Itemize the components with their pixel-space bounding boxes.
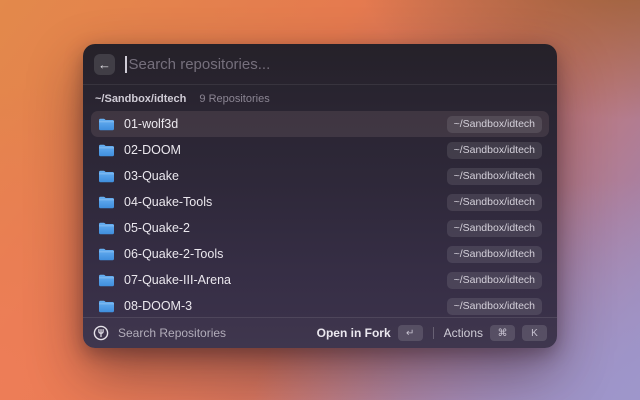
repo-path-tag: ~/Sandbox/idtech [447, 168, 542, 185]
repository-list: ~/Sandbox/idtech 9 Repositories 01-wolf3… [83, 85, 557, 317]
footer-bar: Search Repositories Open in Fork ↵ Actio… [83, 317, 557, 348]
actions-menu-button[interactable]: Actions [444, 326, 483, 340]
section-count: 9 Repositories [199, 93, 269, 105]
repo-row[interactable]: 05-Quake-2 ~/Sandbox/idtech [91, 215, 549, 241]
repo-row[interactable]: 04-Quake-Tools ~/Sandbox/idtech [91, 189, 549, 215]
repo-name: 08-DOOM-3 [124, 299, 192, 313]
section-path: ~/Sandbox/idtech [95, 93, 186, 105]
repo-row[interactable]: 06-Quake-2-Tools ~/Sandbox/idtech [91, 241, 549, 267]
folder-icon [98, 222, 115, 235]
folder-icon [98, 300, 115, 313]
repo-name: 04-Quake-Tools [124, 195, 212, 209]
primary-action-label[interactable]: Open in Fork [317, 326, 391, 340]
text-caret [125, 56, 127, 73]
folder-icon [98, 170, 115, 183]
footer-actions: Open in Fork ↵ Actions ⌘ K [317, 325, 547, 341]
repo-name: 07-Quake-III-Arena [124, 273, 231, 287]
k-key-icon: K [522, 325, 547, 341]
command-label: Search Repositories [118, 326, 226, 340]
back-button[interactable]: ← [94, 54, 115, 75]
return-key-icon: ↵ [398, 325, 423, 341]
repo-path-tag: ~/Sandbox/idtech [447, 272, 542, 289]
command-palette-window: ← ~/Sandbox/idtech 9 Repositories 01-wol… [83, 44, 557, 348]
search-input[interactable] [129, 56, 547, 73]
fork-app-icon [93, 325, 109, 341]
repo-row[interactable]: 07-Quake-III-Arena ~/Sandbox/idtech [91, 267, 549, 293]
folder-icon [98, 144, 115, 157]
folder-icon [98, 274, 115, 287]
folder-icon [98, 248, 115, 261]
repo-path-tag: ~/Sandbox/idtech [447, 220, 542, 237]
repository-rows: 01-wolf3d ~/Sandbox/idtech 02-DOOM ~/San… [91, 111, 549, 317]
footer-divider [433, 327, 434, 339]
repo-path-tag: ~/Sandbox/idtech [447, 298, 542, 315]
repo-name: 03-Quake [124, 169, 179, 183]
folder-icon [98, 118, 115, 131]
repo-row[interactable]: 08-DOOM-3 ~/Sandbox/idtech [91, 293, 549, 317]
repo-name: 05-Quake-2 [124, 221, 190, 235]
repo-row[interactable]: 02-DOOM ~/Sandbox/idtech [91, 137, 549, 163]
repo-path-tag: ~/Sandbox/idtech [447, 246, 542, 263]
repo-row[interactable]: 01-wolf3d ~/Sandbox/idtech [91, 111, 549, 137]
repo-path-tag: ~/Sandbox/idtech [447, 116, 542, 133]
repo-path-tag: ~/Sandbox/idtech [447, 194, 542, 211]
command-key-icon: ⌘ [490, 325, 515, 341]
section-header: ~/Sandbox/idtech 9 Repositories [91, 90, 549, 111]
search-bar: ← [83, 44, 557, 85]
repo-name: 01-wolf3d [124, 117, 178, 131]
repo-row[interactable]: 03-Quake ~/Sandbox/idtech [91, 163, 549, 189]
repo-path-tag: ~/Sandbox/idtech [447, 142, 542, 159]
folder-icon [98, 196, 115, 209]
repo-name: 02-DOOM [124, 143, 181, 157]
repo-name: 06-Quake-2-Tools [124, 247, 223, 261]
